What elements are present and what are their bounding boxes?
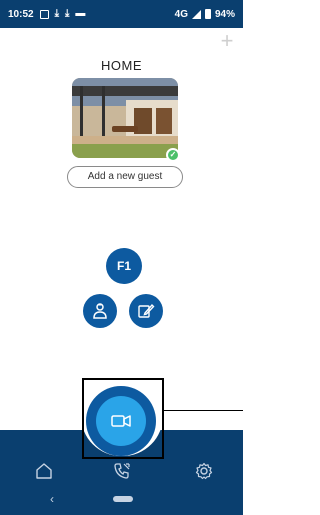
phone-call-icon: [114, 463, 130, 479]
download-notification-icon: ⤓: [54, 8, 59, 19]
download-notification-icon-2: ⤓: [65, 8, 70, 19]
gear-icon: [195, 462, 213, 480]
plus-icon[interactable]: +: [219, 30, 235, 52]
network-type: 4G: [174, 8, 188, 20]
page-title: HOME: [101, 58, 142, 73]
check-icon: ✓: [166, 148, 180, 162]
highlight-box: [82, 378, 164, 459]
edit-button[interactable]: [129, 294, 163, 328]
photo-lawn: [72, 144, 178, 158]
status-bar: 10:52 ⤓ ⤓ ▬ 4G 94%: [0, 0, 243, 28]
home-gesture-pill[interactable]: [113, 496, 133, 502]
usb-notification-icon: ▬: [75, 8, 86, 19]
pencil-icon: [138, 303, 155, 318]
home-icon: [36, 463, 52, 479]
status-right: 4G 94%: [175, 9, 235, 20]
f1-button[interactable]: F1: [106, 248, 142, 284]
gallery-notification-icon: [39, 9, 49, 19]
pointer-line: [164, 410, 243, 411]
nav-calls-button[interactable]: [113, 462, 131, 480]
status-left: 10:52 ⤓ ⤓ ▬: [8, 9, 85, 20]
status-time: 10:52: [8, 8, 34, 20]
home-photo[interactable]: [72, 78, 178, 158]
nav-settings-button[interactable]: [195, 462, 213, 480]
person-badge-button[interactable]: [83, 294, 117, 328]
photo-pergola: [72, 86, 178, 96]
photo-table: [112, 126, 138, 132]
battery-level: 94%: [214, 8, 235, 20]
battery-icon: [204, 9, 211, 19]
nav-home-button[interactable]: [35, 462, 53, 480]
person-badge-icon: [93, 303, 107, 319]
signal-icon: [191, 9, 201, 19]
photo-door: [156, 108, 172, 134]
add-guest-button[interactable]: Add a new guest: [67, 166, 183, 188]
back-icon[interactable]: ‹: [46, 492, 58, 506]
